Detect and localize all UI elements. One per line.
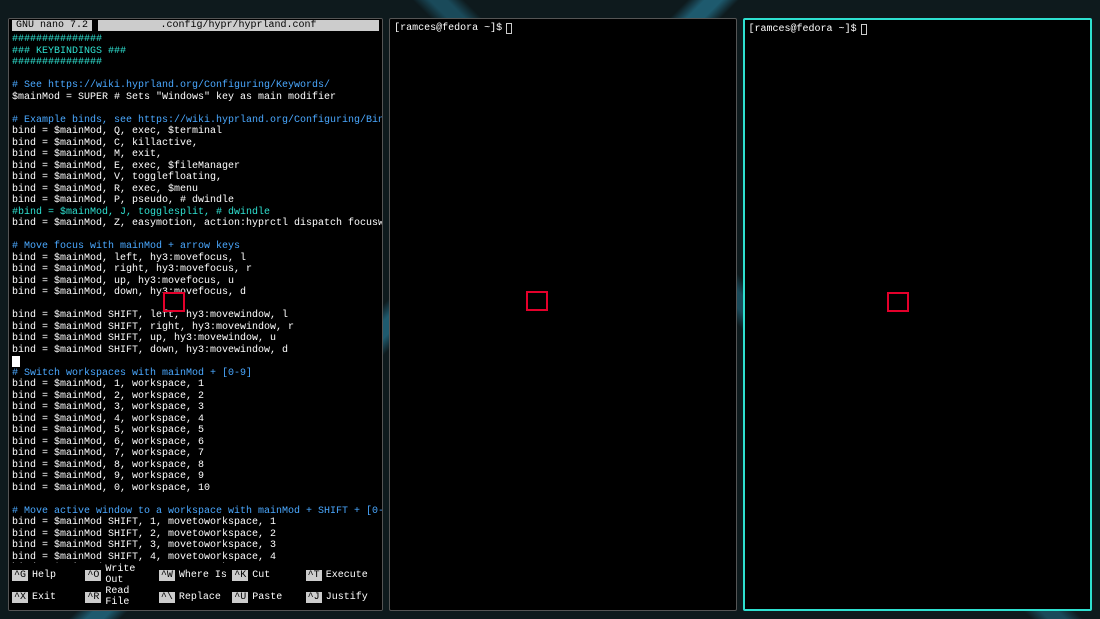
- editor-line: bind = $mainMod SHIFT, 1, movetoworkspac…: [12, 517, 379, 529]
- editor-line: #bind = $mainMod, J, togglesplit, # dwin…: [12, 207, 379, 219]
- editor-line: bind = $mainMod SHIFT, 3, movetoworkspac…: [12, 540, 379, 552]
- editor-line: bind = $mainMod SHIFT, up, hy3:movewindo…: [12, 333, 379, 345]
- nano-footer: ^G Help ^O Write Out^W Where Is ^K Cut ^T Execut…: [9, 563, 382, 610]
- editor-line: bind = $mainMod, down, hy3:movefocus, d: [12, 287, 379, 299]
- editor-line: ###############: [12, 57, 379, 69]
- editor-line: bind = $mainMod SHIFT, left, hy3:movewin…: [12, 310, 379, 322]
- terminal-2-prompt: [ramces@fedora ~]$: [390, 19, 735, 38]
- terminal-nano[interactable]: nano .config/hypr/hyprland.conf GNU nano…: [8, 18, 383, 611]
- nano-shortcut[interactable]: ^T Execute: [306, 564, 379, 586]
- shortcut-label: Help: [32, 570, 56, 581]
- shortcut-label: Exit: [32, 592, 56, 603]
- editor-line: [12, 103, 379, 115]
- editor-line: bind = $mainMod, 6, workspace, 6: [12, 437, 379, 449]
- nano-shortcut[interactable]: ^U Paste: [232, 586, 305, 608]
- editor-line: bind = $mainMod, up, hy3:movefocus, u: [12, 276, 379, 288]
- editor-line: bind = $mainMod, 1, workspace, 1: [12, 379, 379, 391]
- nano-shortcut[interactable]: ^O Write Out: [85, 564, 158, 586]
- editor-line: bind = $mainMod, Z, easymotion, action:h…: [12, 218, 379, 230]
- nano-header: GNU nano 7.2 .config/hypr/hyprland.conf: [9, 19, 382, 32]
- terminal-3-prompt: [ramces@fedora ~]$: [745, 20, 1090, 39]
- editor-line: bind = $mainMod, left, hy3:movefocus, l: [12, 253, 379, 265]
- editor-line: bind = $mainMod, 7, workspace, 7: [12, 448, 379, 460]
- shortcut-label: Justify: [326, 592, 368, 603]
- nano-shortcut[interactable]: ^J Justify: [306, 586, 379, 608]
- shortcut-key: ^U: [232, 592, 248, 603]
- editor-line: bind = $mainMod, Q, exec, $terminal: [12, 126, 379, 138]
- shortcut-key: ^T: [306, 570, 322, 581]
- shortcut-label: Where Is: [179, 570, 227, 581]
- editor-line: bind = $mainMod, M, exit,: [12, 149, 379, 161]
- nano-version: GNU nano 7.2: [12, 20, 92, 31]
- editor-line: bind = $mainMod, C, killactive,: [12, 138, 379, 150]
- editor-line: $mainMod = SUPER # Sets "Windows" key as…: [12, 92, 379, 104]
- nano-editor-body[interactable]: ################## KEYBINDINGS #########…: [9, 32, 382, 585]
- shortcut-key: ^O: [85, 570, 101, 581]
- editor-line: bind = $mainMod, 4, workspace, 4: [12, 414, 379, 426]
- nano-shortcut[interactable]: ^W Where Is: [159, 564, 232, 586]
- nano-shortcut[interactable]: ^\ Replace: [159, 586, 232, 608]
- shortcut-key: ^W: [159, 570, 175, 581]
- shortcut-label: Replace: [179, 592, 221, 603]
- annotation-b: b: [163, 292, 185, 312]
- editor-line: bind = $mainMod, 0, workspace, 10: [12, 483, 379, 495]
- editor-line: bind = $mainMod, R, exec, $menu: [12, 184, 379, 196]
- nano-shortcut[interactable]: ^R Read File: [85, 586, 158, 608]
- editor-line: [12, 356, 379, 368]
- editor-line: # Move active window to a workspace with…: [12, 506, 379, 518]
- editor-line: [12, 230, 379, 242]
- shortcut-key: ^J: [306, 592, 322, 603]
- editor-line: bind = $mainMod SHIFT, 2, movetoworkspac…: [12, 529, 379, 541]
- nano-shortcut[interactable]: ^X Exit: [12, 586, 85, 608]
- prompt-text: [ramces@fedora ~]$: [394, 23, 502, 34]
- shortcut-key: ^\: [159, 592, 175, 603]
- terminal-3[interactable]: [ramces@fedora ~]$: [743, 18, 1092, 611]
- editor-line: bind = $mainMod, V, togglefloating,: [12, 172, 379, 184]
- editor-line: bind = $mainMod, 9, workspace, 9: [12, 471, 379, 483]
- editor-line: [12, 299, 379, 311]
- editor-line: ###############: [12, 34, 379, 46]
- editor-line: # Move focus with mainMod + arrow keys: [12, 241, 379, 253]
- annotation-c: c: [526, 291, 548, 311]
- annotation-d: d: [887, 292, 909, 312]
- editor-line: bind = $mainMod, 2, workspace, 2: [12, 391, 379, 403]
- shortcut-label: Execute: [326, 570, 368, 581]
- shortcut-label: Read File: [105, 586, 158, 608]
- shortcut-label: Write Out: [105, 564, 158, 586]
- editor-line: bind = $mainMod SHIFT, 4, movetoworkspac…: [12, 552, 379, 564]
- editor-line: # See https://wiki.hyprland.org/Configur…: [12, 80, 379, 92]
- editor-line: bind = $mainMod, 3, workspace, 3: [12, 402, 379, 414]
- nano-shortcut[interactable]: ^G Help: [12, 564, 85, 586]
- editor-line: bind = $mainMod SHIFT, down, hy3:movewin…: [12, 345, 379, 357]
- editor-line: # Switch workspaces with mainMod + [0-9]: [12, 368, 379, 380]
- nano-shortcut[interactable]: ^K Cut: [232, 564, 305, 586]
- editor-line: bind = $mainMod, 8, workspace, 8: [12, 460, 379, 472]
- cursor-icon: [861, 24, 867, 35]
- editor-line: bind = $mainMod, 5, workspace, 5: [12, 425, 379, 437]
- shortcut-label: Cut: [252, 570, 270, 581]
- editor-line: bind = $mainMod, P, pseudo, # dwindle: [12, 195, 379, 207]
- cursor-icon: [506, 23, 512, 34]
- shortcut-key: ^K: [232, 570, 248, 581]
- shortcut-label: Paste: [252, 592, 282, 603]
- editor-line: [12, 494, 379, 506]
- shortcut-key: ^X: [12, 592, 28, 603]
- nano-filepath: .config/hypr/hyprland.conf: [98, 20, 379, 31]
- editor-line: bind = $mainMod SHIFT, right, hy3:movewi…: [12, 322, 379, 334]
- shortcut-key: ^R: [85, 592, 101, 603]
- editor-line: bind = $mainMod, right, hy3:movefocus, r: [12, 264, 379, 276]
- editor-line: [12, 69, 379, 81]
- editor-line: # Example binds, see https://wiki.hyprla…: [12, 115, 379, 127]
- editor-line: bind = $mainMod, E, exec, $fileManager: [12, 161, 379, 173]
- terminal-2[interactable]: [ramces@fedora ~]$: [389, 18, 736, 611]
- prompt-text: [ramces@fedora ~]$: [749, 24, 857, 35]
- editor-line: ### KEYBINDINGS ###: [12, 46, 379, 58]
- shortcut-key: ^G: [12, 570, 28, 581]
